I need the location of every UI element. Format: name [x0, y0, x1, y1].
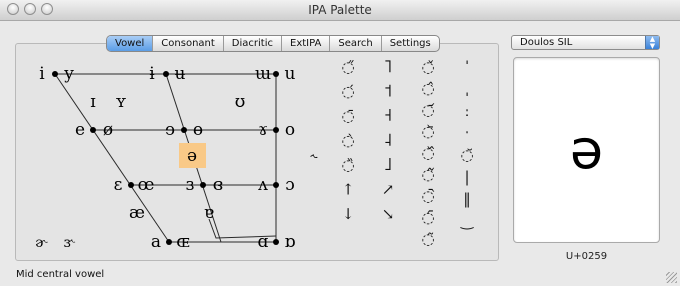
- tab-vowel[interactable]: Vowel: [107, 36, 154, 51]
- vowel-dot: [273, 71, 279, 77]
- palette-symbol-1-5[interactable]: ↗: [382, 181, 395, 199]
- font-select[interactable]: Doulos SIL ▲ ▼: [511, 35, 660, 50]
- vowel-open-front-unrounded[interactable]: a: [151, 232, 161, 252]
- palette-symbol-1-0[interactable]: ˥: [384, 56, 393, 77]
- preview-glyph: ə: [569, 118, 604, 181]
- vowel-dot: [166, 239, 172, 245]
- updown-arrows-icon: ▲ ▼: [645, 36, 659, 49]
- palette-symbol-2-7[interactable]: ◌᷇: [421, 209, 434, 227]
- palette-symbol-0-0[interactable]: ◌̋: [341, 58, 354, 76]
- palette-symbol-2-8[interactable]: ◌̃: [421, 230, 434, 248]
- vowel-close-mid-central-rounded[interactable]: ɵ: [193, 120, 203, 140]
- palette-symbol-3-5[interactable]: |: [464, 168, 469, 186]
- vowel-open-back-rounded[interactable]: ɒ: [285, 232, 296, 252]
- vowel-dot: [200, 182, 206, 188]
- vowel-rhoticity-hook[interactable]: ˞: [310, 148, 318, 168]
- vowel-dot: [273, 239, 279, 245]
- vowel-dot: [181, 127, 187, 133]
- vowel-close-mid-back-unrounded[interactable]: ɤ: [258, 120, 268, 140]
- palette-symbol-1-3[interactable]: ˨: [384, 130, 393, 151]
- vowel-open-mid-front-rounded[interactable]: œ: [138, 175, 155, 195]
- tab-extipa[interactable]: ExtIPA: [282, 36, 331, 51]
- vowel-close-mid-back-rounded[interactable]: o: [285, 120, 295, 140]
- palette-symbol-3-7[interactable]: ‿: [460, 212, 474, 230]
- palette-symbol-3-2[interactable]: ː: [464, 102, 469, 120]
- tab-bar: Vowel Consonant Diacritic ExtIPA Search …: [106, 35, 440, 52]
- vowel-close-front-rounded[interactable]: y: [63, 64, 74, 84]
- vowel-close-mid-central-unrounded[interactable]: ɘ: [165, 120, 175, 140]
- vowel-dot: [273, 127, 279, 133]
- tab-consonant[interactable]: Consonant: [153, 36, 224, 51]
- palette-symbol-2-0[interactable]: ◌̌: [421, 58, 434, 76]
- palette-symbol-2-3[interactable]: ◌᷅: [421, 123, 434, 141]
- palette-symbol-0-3[interactable]: ◌̀: [341, 132, 354, 150]
- vowel-open-mid-back-unrounded[interactable]: ʌ: [257, 175, 268, 195]
- palette-symbol-2-5[interactable]: ◌᷉: [421, 166, 434, 184]
- palette-symbol-3-1[interactable]: ˌ: [465, 80, 469, 98]
- vowel-open-back-unrounded[interactable]: ɑ: [258, 232, 269, 252]
- palette-symbol-3-6[interactable]: ‖: [463, 190, 471, 208]
- vowel-dot: [163, 71, 169, 77]
- resize-grip-icon[interactable]: [666, 272, 677, 283]
- palette-symbol-2-6[interactable]: ◌᷆: [421, 187, 434, 205]
- tab-diacritic[interactable]: Diacritic: [224, 36, 282, 51]
- status-text: Mid central vowel: [16, 269, 105, 280]
- tab-settings[interactable]: Settings: [382, 36, 439, 51]
- palette-symbol-1-4[interactable]: ˩: [384, 154, 393, 175]
- vowel-close-back-unrounded[interactable]: ɯ: [255, 64, 271, 84]
- palette-symbol-1-6[interactable]: ↘: [382, 205, 395, 223]
- palette-symbol-2-2[interactable]: ◌᷄: [421, 101, 434, 119]
- palette-symbol-0-5[interactable]: ↑: [342, 181, 355, 199]
- front-edge-line: [54, 73, 170, 243]
- palette-symbol-2-4[interactable]: ◌᷈: [421, 144, 434, 162]
- vowel-open-mid-central-rounded[interactable]: ɞ: [213, 175, 223, 195]
- font-select-value: Doulos SIL: [520, 37, 573, 48]
- vowel-open-mid-front-unrounded[interactable]: ɛ: [114, 175, 123, 195]
- vowel-near-close-front-unrounded[interactable]: ɪ: [90, 92, 96, 112]
- vowel-dot: [273, 182, 279, 188]
- vowel-near-open-central[interactable]: ɐ: [204, 203, 214, 223]
- vowel-close-central-unrounded[interactable]: ɨ: [149, 64, 155, 84]
- glyph-preview: ə: [513, 57, 660, 243]
- vowel-close-mid-front-rounded[interactable]: ø: [103, 120, 113, 140]
- codepoint-label: U+0259: [565, 251, 608, 262]
- palette-symbol-0-2[interactable]: ◌̄: [341, 107, 354, 125]
- vowel-close-front-unrounded[interactable]: i: [39, 64, 45, 84]
- palette-symbol-0-6[interactable]: ↓: [342, 205, 355, 223]
- palette-symbol-3-4[interactable]: ◌̆: [460, 146, 473, 164]
- palette-symbol-1-2[interactable]: ˧: [384, 105, 393, 126]
- vowel-dot: [128, 182, 134, 188]
- palette-symbol-3-3[interactable]: ˑ: [464, 124, 469, 142]
- vowel-near-open-front-unrounded[interactable]: æ: [129, 203, 145, 223]
- vowel-mid-central[interactable]: ə: [187, 146, 197, 166]
- vowel-open-mid-back-rounded[interactable]: ɔ: [285, 175, 295, 195]
- vowel-near-close-back-rounded[interactable]: ʊ: [235, 92, 246, 112]
- vowel-open-front-rounded[interactable]: ɶ: [176, 232, 189, 252]
- palette-symbol-1-1[interactable]: ˦: [384, 81, 393, 102]
- vowel-r-colored-schwa[interactable]: ɚ: [35, 235, 48, 251]
- vowel-close-back-rounded[interactable]: u: [285, 64, 296, 84]
- palette-symbol-3-0[interactable]: ˈ: [465, 58, 469, 76]
- vowel-dot: [90, 127, 96, 133]
- palette-symbol-0-4[interactable]: ◌̏: [341, 156, 354, 174]
- vowel-r-colored-open-mid-central[interactable]: ɝ: [64, 235, 76, 251]
- vowel-close-mid-front-unrounded[interactable]: e: [75, 120, 85, 140]
- palette-symbol-0-1[interactable]: ◌́: [341, 83, 354, 101]
- vowel-close-central-rounded[interactable]: ʉ: [175, 64, 186, 84]
- tab-search[interactable]: Search: [330, 36, 382, 51]
- palette-symbol-2-1[interactable]: ◌̂: [421, 80, 434, 98]
- vowel-open-mid-central-unrounded[interactable]: ɜ: [186, 175, 195, 195]
- vowel-near-close-front-rounded[interactable]: ʏ: [115, 92, 126, 112]
- vowel-dot: [52, 71, 58, 77]
